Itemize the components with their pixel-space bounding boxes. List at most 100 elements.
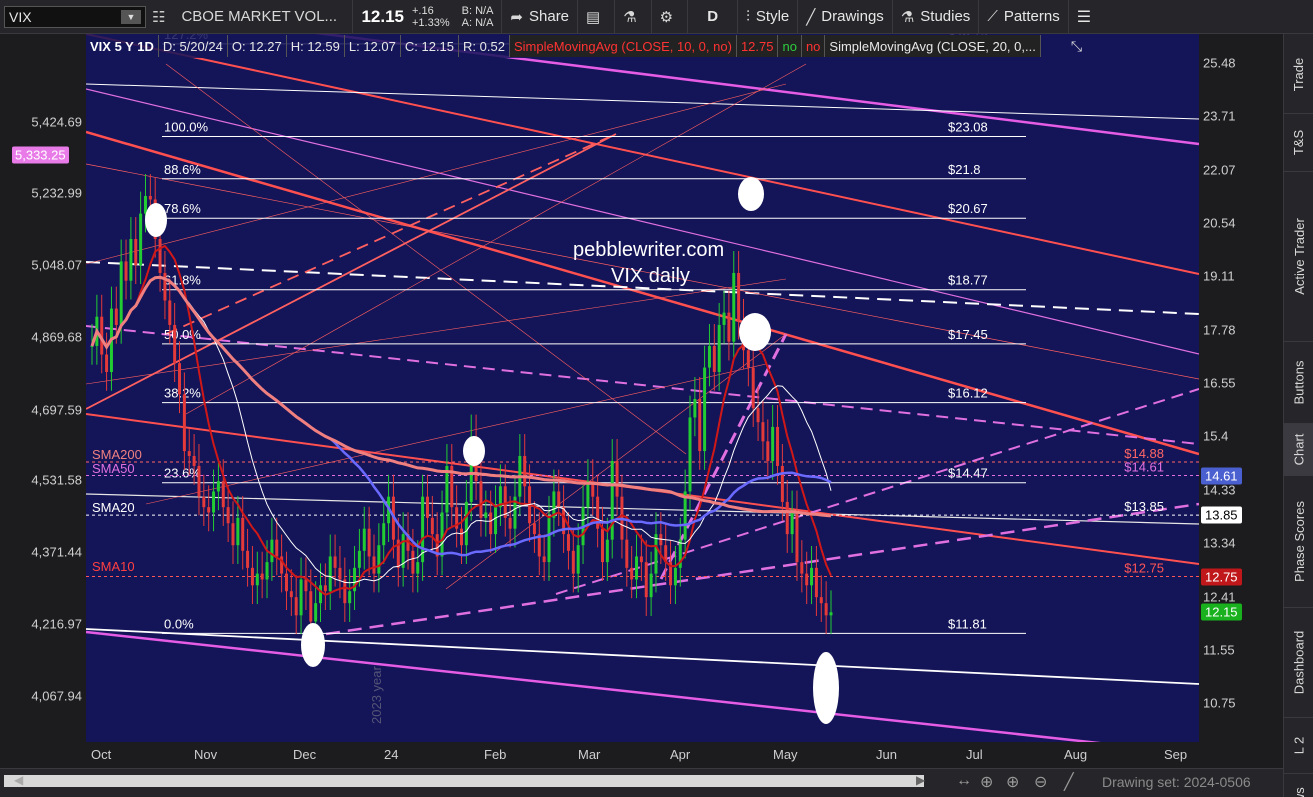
crosshair-icon[interactable]: ⊕ <box>980 772 993 792</box>
trendline-8 <box>86 493 1199 525</box>
candle-body <box>265 562 269 580</box>
side-tab-trade[interactable]: Trade <box>1284 36 1313 114</box>
patterns-label: Patterns <box>1003 8 1060 25</box>
candle-body <box>338 567 342 580</box>
candle-body <box>776 426 780 466</box>
candle-body <box>586 481 590 508</box>
header-sma10-label[interactable]: SimpleMovingAvg (CLOSE, 10, 0, no) <box>509 35 737 57</box>
side-tab-active-trader[interactable]: Active Trader <box>1284 172 1313 342</box>
marker-oval-1 <box>463 436 485 466</box>
style-button[interactable]: ⫶ Style <box>738 0 799 34</box>
settings-button[interactable]: ⚙ <box>652 0 689 34</box>
right-tick-label: 20.54 <box>1203 215 1236 231</box>
candle-body <box>299 579 303 616</box>
more-button[interactable]: ☰ <box>1069 0 1099 34</box>
ma-label: SMA50 <box>92 461 135 476</box>
scroll-left-icon[interactable]: ◀ <box>14 773 23 787</box>
candle-body <box>333 556 337 568</box>
chart-header: VIX 5 Y 1D D: 5/20/24 O: 12.27 H: 12.59 … <box>86 34 1199 58</box>
side-tab-label: Dashboard <box>1291 630 1307 695</box>
drawing-set-label[interactable]: Drawing set: 2024-0506 <box>1102 774 1251 790</box>
left-price-axis: 5,424.69 5,232.99 5,048.07 4,869.68 4,697.59… <box>0 34 86 742</box>
candle-body <box>790 512 794 535</box>
side-tab-dashboard[interactable]: Dashboard <box>1284 608 1313 718</box>
candle-body <box>673 567 677 586</box>
side-tab-chart[interactable]: Chart <box>1284 424 1313 476</box>
right-tick-label: 22.07 <box>1203 162 1236 178</box>
studies-button[interactable]: ⚗ Studies <box>893 0 980 34</box>
draw-line-icon[interactable]: ╱ <box>1064 772 1074 792</box>
candle-body <box>829 612 833 616</box>
side-tab-t-s[interactable]: T&S <box>1284 114 1313 172</box>
scroll-right-icon[interactable]: ▶ <box>916 773 925 787</box>
candle-body <box>207 507 211 513</box>
trendline-3 <box>86 130 1199 456</box>
candle-body <box>367 528 371 557</box>
pan-icon[interactable]: ↔ <box>956 772 972 790</box>
candle-body <box>625 539 629 568</box>
zoom-out-icon[interactable]: ⊖ <box>1034 772 1047 792</box>
candle-body <box>751 367 755 409</box>
side-tab-news[interactable]: News <box>1284 774 1313 797</box>
candle-body <box>771 426 775 461</box>
time-tick-label: 24 <box>384 747 399 762</box>
symbol-list-icon[interactable]: ☷ <box>152 8 165 26</box>
right-tick-label: 11.55 <box>1203 642 1235 658</box>
candle-body <box>615 460 619 497</box>
candle-body <box>314 603 318 622</box>
news-button[interactable]: ▤ <box>578 0 616 34</box>
header-sma20-label[interactable]: SimpleMovingAvg (CLOSE, 20, 0,... <box>825 35 1041 57</box>
side-tab-buttons[interactable]: Buttons <box>1284 342 1313 424</box>
chart-scrollbar[interactable]: ◀ ▶ ↔ ⊕ ⊕ ⊖ ╱ Drawing set: 2024-0506 <box>0 768 1283 797</box>
collapse-icon[interactable]: ⤡ <box>1071 38 1082 55</box>
chart-canvas: 127.2%$26.15100.0%$23.0888.6%$21.878.6%$… <box>86 34 1199 742</box>
more-icon: ☰ <box>1076 8 1092 26</box>
candle-body <box>294 597 298 616</box>
bid-ask-box: B: N/A A: N/A <box>462 5 494 29</box>
side-tab-phase-scores[interactable]: Phase Scores <box>1284 476 1313 608</box>
side-tab-l-2[interactable]: L 2 <box>1284 718 1313 774</box>
candle-body <box>605 539 609 563</box>
candle-body <box>805 573 809 586</box>
symbol-dropdown-icon[interactable]: ▼ <box>121 9 141 24</box>
candle-body <box>192 456 196 466</box>
marker-oval-3 <box>739 313 771 351</box>
candle-body <box>824 603 828 616</box>
bid-value: B: N/A <box>461 4 494 17</box>
fib-price-label: $16.12 <box>948 386 988 401</box>
candle-body <box>547 517 551 563</box>
marker-oval-2 <box>738 177 764 211</box>
zoom-in-icon[interactable]: ⊕ <box>1006 772 1019 792</box>
header-symbol: VIX 5 Y 1D <box>86 35 159 57</box>
side-tab-label: Trade <box>1291 57 1307 92</box>
candle-body <box>226 507 230 524</box>
candle-body <box>212 491 216 513</box>
candle-body <box>727 312 731 342</box>
flask-icon: ⚗ <box>623 8 637 26</box>
fib-pct-label: 78.6% <box>164 201 201 216</box>
candle-body <box>732 272 736 342</box>
right-tick-label: 23.71 <box>1203 108 1236 124</box>
header-close: C: 12.15 <box>401 35 460 57</box>
right-tick-label: 14.33 <box>1203 482 1236 498</box>
header-flag-red: no <box>801 35 826 57</box>
fib-price-label: $17.45 <box>948 327 988 342</box>
share-label: Share <box>529 8 570 25</box>
candle-body <box>289 591 293 598</box>
ma-label: SMA20 <box>92 500 135 515</box>
drawings-button[interactable]: ╱ Drawings <box>798 0 893 34</box>
chart-plot-area[interactable]: 127.2%$26.15100.0%$23.0888.6%$21.878.6%$… <box>86 34 1199 742</box>
time-tick-label: Mar <box>578 747 601 762</box>
trendline-7 <box>86 630 1101 742</box>
trendline-16 <box>86 83 1199 120</box>
watermark-site: pebblewriter.com <box>573 239 724 261</box>
symbol-input[interactable]: VIX ▼ <box>4 5 146 28</box>
flask-icon: ⚗ <box>900 8 915 26</box>
candle-body <box>630 567 634 580</box>
candle-body <box>114 308 118 325</box>
flask-button[interactable]: ⚗ <box>615 0 652 34</box>
period-button[interactable]: D <box>688 0 739 34</box>
scroll-track[interactable] <box>4 775 924 787</box>
patterns-button[interactable]: ⟋ Patterns <box>979 0 1069 34</box>
share-button[interactable]: ➦ Share <box>502 0 579 34</box>
